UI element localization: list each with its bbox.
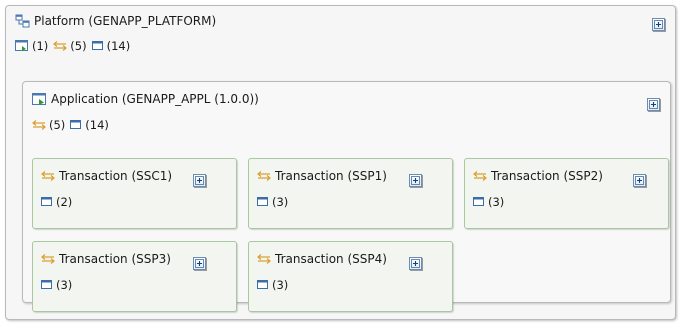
- transaction-title-row: Transaction (SSP1): [257, 169, 387, 183]
- transaction-icon: [41, 171, 55, 181]
- platform-title: Platform (GENAPP_PLATFORM): [34, 14, 217, 28]
- resource-icon: [70, 120, 82, 130]
- application-stats: (5) (14): [32, 118, 111, 132]
- platform-icon: [15, 14, 30, 28]
- transaction-stats: (3): [257, 195, 288, 209]
- expand-icon: [195, 176, 204, 185]
- transaction-expand-button[interactable]: [409, 257, 422, 270]
- transaction-title: Transaction (SSP1): [275, 169, 387, 183]
- transaction-stats: (3): [473, 195, 504, 209]
- transaction-title-row: Transaction (SSP2): [473, 169, 603, 183]
- expand-icon: [411, 176, 420, 185]
- transaction-node-ssp4[interactable]: Transaction (SSP4) (3): [248, 241, 453, 312]
- transaction-title: Transaction (SSC1): [59, 169, 173, 183]
- application-stat-transactions: (5): [32, 118, 65, 132]
- transaction-expand-button[interactable]: [633, 174, 646, 187]
- application-title-row: Application (GENAPP_APPL (1.0.0)): [32, 92, 259, 106]
- application-title: Application (GENAPP_APPL (1.0.0)): [51, 92, 259, 106]
- platform-node[interactable]: Platform (GENAPP_PLATFORM) (1) (5) (14) …: [5, 5, 676, 320]
- resource-icon: [91, 41, 104, 51]
- transaction-title-row: Transaction (SSP4): [257, 252, 387, 266]
- transaction-title-row: Transaction (SSP3): [41, 252, 171, 266]
- transaction-node-ssp3[interactable]: Transaction (SSP3) (3): [32, 241, 237, 312]
- application-node[interactable]: Application (GENAPP_APPL (1.0.0)) (5) (1…: [22, 81, 671, 312]
- transaction-stats: (3): [41, 278, 72, 292]
- transaction-node-ssp2[interactable]: Transaction (SSP2) (3): [464, 158, 669, 229]
- transaction-icon: [257, 254, 271, 264]
- platform-stat-transactions: (5): [53, 39, 87, 53]
- platform-expand-button[interactable]: [652, 18, 665, 31]
- application-expand-button[interactable]: [647, 98, 660, 111]
- platform-stats: (1) (5) (14): [15, 39, 132, 53]
- transaction-expand-button[interactable]: [409, 174, 422, 187]
- transaction-title: Transaction (SSP3): [59, 252, 171, 266]
- resource-icon: [41, 280, 53, 290]
- resource-icon: [257, 197, 269, 207]
- transaction-title: Transaction (SSP2): [491, 169, 603, 183]
- resource-count: (3): [272, 278, 289, 292]
- transaction-node-ssc1[interactable]: Transaction (SSC1) (2): [32, 158, 237, 229]
- resource-icon: [41, 197, 53, 207]
- resource-icon: [473, 197, 485, 207]
- resource-count: (3): [488, 195, 505, 209]
- resource-count: (2): [56, 195, 73, 209]
- expand-icon: [635, 176, 644, 185]
- transaction-stats: (3): [257, 278, 288, 292]
- application-stat-resources: (14): [70, 118, 109, 132]
- platform-title-row: Platform (GENAPP_PLATFORM): [15, 14, 216, 28]
- expand-icon: [649, 100, 658, 109]
- transaction-icon: [32, 120, 46, 130]
- transaction-node-ssp1[interactable]: Transaction (SSP1) (3): [248, 158, 453, 229]
- expand-icon: [654, 20, 663, 29]
- expand-icon: [195, 259, 204, 268]
- application-icon: [15, 40, 29, 52]
- transaction-icon: [257, 171, 271, 181]
- transaction-icon: [53, 41, 68, 51]
- transaction-title-row: Transaction (SSC1): [41, 169, 172, 183]
- transaction-icon: [41, 254, 55, 264]
- application-icon: [32, 92, 47, 106]
- transaction-expand-button[interactable]: [193, 174, 206, 187]
- transaction-title: Transaction (SSP4): [275, 252, 387, 266]
- platform-stat-resources: (14): [91, 39, 130, 53]
- resource-count: (3): [272, 195, 289, 209]
- resource-count: (3): [56, 278, 73, 292]
- platform-stat-applications: (1): [15, 39, 48, 53]
- expand-icon: [411, 259, 420, 268]
- resource-icon: [257, 280, 269, 290]
- transaction-stats: (2): [41, 195, 72, 209]
- transaction-expand-button[interactable]: [193, 257, 206, 270]
- transaction-icon: [473, 171, 487, 181]
